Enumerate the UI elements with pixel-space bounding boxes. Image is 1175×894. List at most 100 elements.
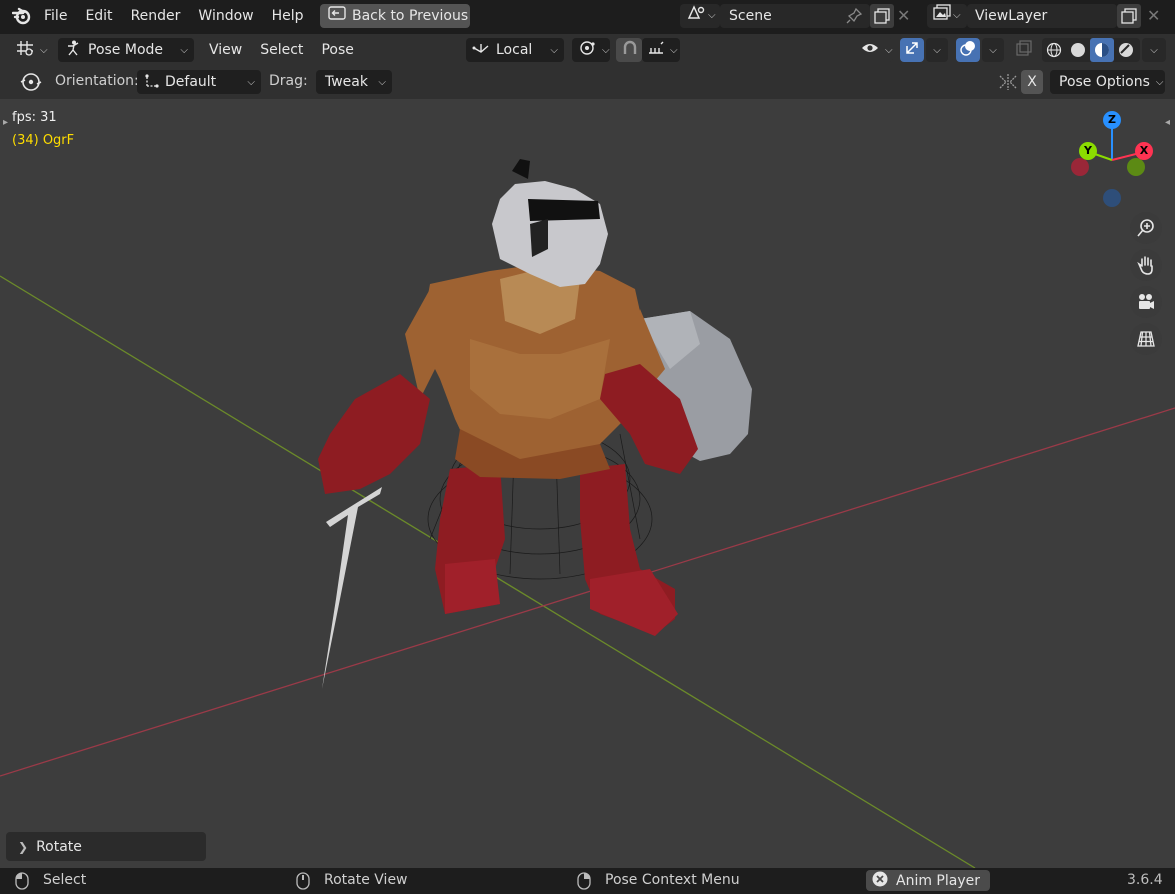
chevron-down-icon: ⌵ — [933, 44, 941, 56]
transform-orientation-dropdown[interactable]: Local ⌵ — [466, 38, 564, 62]
rotate-tool-icon[interactable] — [18, 71, 44, 97]
menu-window[interactable]: Window — [189, 4, 262, 28]
orientation-dropdown[interactable]: Default ⌵ — [137, 70, 261, 94]
viewport-editor-icon — [16, 40, 34, 60]
viewlayer-browse-button[interactable]: ⌵ — [927, 4, 967, 28]
version-label: 3.6.4 — [1127, 872, 1163, 888]
chevron-down-icon: ⌵ — [180, 44, 188, 56]
menu-file[interactable]: File — [35, 4, 76, 28]
back-to-previous-label: Back to Previous — [352, 8, 469, 24]
hand-pan-icon[interactable] — [1130, 249, 1162, 281]
grid-perspective-icon[interactable] — [1130, 323, 1162, 355]
gizmo-toggle[interactable] — [900, 38, 924, 62]
transform-orientation-label: Local — [496, 42, 533, 58]
eye-icon — [861, 41, 879, 59]
chevron-down-icon: ⌵ — [708, 10, 716, 21]
toolbar-expand-icon[interactable]: ▸ — [3, 117, 8, 128]
scene-name: Scene — [729, 8, 772, 24]
back-icon — [328, 4, 346, 28]
scene-canvas — [0, 159, 1175, 868]
pose-mode-icon — [64, 40, 82, 60]
scene-icon — [686, 4, 708, 28]
drag-dropdown[interactable]: Tweak ⌵ — [316, 70, 392, 94]
navigation-gizmo[interactable]: Z Y X — [1062, 107, 1162, 207]
status-rotate-view-label: Rotate View — [324, 872, 408, 888]
legs — [435, 464, 678, 636]
local-orientation-icon — [472, 40, 490, 60]
scene-browse-button[interactable]: ⌵ — [680, 4, 720, 28]
snap-target-dropdown[interactable]: ⌵ — [642, 38, 680, 62]
chevron-down-icon: ⌵ — [1155, 76, 1164, 88]
x-mirror-toggle[interactable]: X — [1021, 70, 1043, 94]
back-to-previous-button[interactable]: Back to Previous — [320, 4, 470, 28]
editor-type-button[interactable]: ⌵ — [10, 38, 50, 62]
menu-edit[interactable]: Edit — [76, 4, 121, 28]
delete-scene-icon[interactable]: ✕ — [897, 6, 910, 25]
viewlayer-icon — [933, 4, 953, 28]
default-orientation-icon — [143, 72, 159, 92]
blender-logo-icon[interactable] — [11, 7, 32, 29]
x-mirror-label: X — [1027, 74, 1037, 90]
gizmo-y-axis[interactable]: Y — [1079, 142, 1097, 160]
overlays-dropdown[interactable]: ⌵ — [982, 38, 1004, 62]
mode-dropdown[interactable]: Pose Mode ⌵ — [58, 38, 194, 62]
new-viewlayer-icon[interactable] — [1117, 4, 1141, 28]
chevron-down-icon: ⌵ — [378, 76, 386, 88]
sidebar-expand-icon[interactable]: ◂ — [1165, 117, 1170, 128]
status-context-menu-label: Pose Context Menu — [605, 872, 740, 888]
gizmo-x-axis[interactable]: X — [1135, 142, 1153, 160]
shading-dropdown[interactable]: ⌵ — [1142, 38, 1166, 62]
chevron-right-icon: ❯ — [18, 839, 29, 854]
xray-icon — [1016, 40, 1032, 60]
new-scene-icon[interactable] — [870, 4, 894, 28]
chevron-down-icon: ⌵ — [40, 44, 48, 56]
rendered-shading-icon[interactable] — [1114, 38, 1138, 62]
snap-toggle[interactable] — [616, 38, 642, 62]
chevron-down-icon: ⌵ — [1150, 44, 1158, 56]
solid-shading-icon[interactable] — [1066, 38, 1090, 62]
delete-viewlayer-icon[interactable]: ✕ — [1147, 6, 1160, 25]
menu-view[interactable]: View — [200, 38, 251, 62]
fps-readout: fps: 31 — [12, 110, 57, 125]
orientation-value: Default — [165, 74, 217, 90]
chevron-down-icon: ⌵ — [670, 44, 678, 56]
last-operator-panel[interactable]: ❯ Rotate — [6, 832, 206, 861]
chevron-down-icon: ⌵ — [247, 76, 255, 88]
viewlayer-name-field[interactable]: ViewLayer — [967, 4, 1117, 28]
chevron-down-icon: ⌵ — [953, 10, 961, 21]
3d-viewport[interactable]: fps: 31 (34) OgrF ▸ ◂ Z Y X ❯ Rotate — [0, 99, 1175, 868]
gizmo-dropdown[interactable]: ⌵ — [926, 38, 948, 62]
mirror-icon — [998, 73, 1018, 95]
anim-player-job[interactable]: Anim Player — [866, 870, 990, 891]
snap-increment-icon — [648, 40, 664, 60]
pivot-point-dropdown[interactable]: ⌵ — [572, 38, 610, 62]
anim-player-label: Anim Player — [896, 872, 980, 889]
menu-pose[interactable]: Pose — [312, 38, 362, 62]
xray-toggle[interactable] — [1012, 38, 1036, 62]
pose-options-dropdown[interactable]: Pose Options ⌵ — [1050, 70, 1165, 94]
material-preview-shading-icon[interactable] — [1090, 38, 1114, 62]
visibility-dropdown[interactable]: ⌵ — [855, 38, 893, 62]
viewport-header: ⌵ Pose Mode ⌵ View Select Pose Local ⌵ ⌵… — [0, 34, 1175, 65]
chevron-down-icon: ⌵ — [550, 44, 558, 56]
mouse-left-icon — [15, 872, 29, 894]
cancel-job-icon[interactable] — [872, 871, 888, 891]
operator-panel-label: Rotate — [36, 838, 82, 855]
status-select-label: Select — [43, 872, 87, 888]
tool-settings-bar: Orientation: Default ⌵ Drag: Tweak ⌵ X P… — [0, 65, 1175, 99]
zoom-icon[interactable] — [1130, 212, 1162, 244]
shading-mode-group — [1042, 38, 1140, 62]
menu-select[interactable]: Select — [251, 38, 312, 62]
helmet — [492, 159, 608, 287]
wireframe-shading-icon[interactable] — [1042, 38, 1066, 62]
menu-render[interactable]: Render — [122, 4, 190, 28]
overlays-toggle[interactable] — [956, 38, 980, 62]
camera-icon[interactable] — [1130, 286, 1162, 318]
menu-help[interactable]: Help — [263, 4, 313, 28]
pin-icon[interactable] — [846, 7, 863, 28]
status-bar: Select Rotate View Pose Context Menu Ani… — [0, 868, 1175, 893]
gizmo-z-axis[interactable]: Z — [1103, 111, 1121, 129]
top-bar: File Edit Render Window Help Back to Pre… — [0, 0, 1175, 32]
pivot-point-icon — [578, 40, 596, 60]
mouse-middle-icon — [296, 872, 310, 894]
